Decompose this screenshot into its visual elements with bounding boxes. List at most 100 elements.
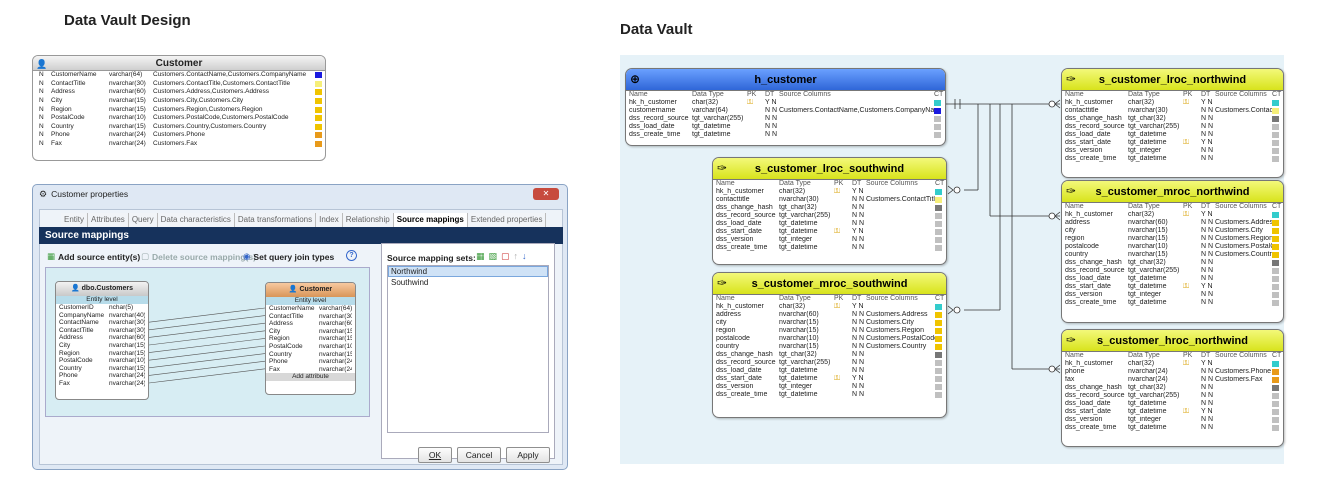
entity-column-row[interactable]: phone nvarchar(24) N N Customers.Phone [1062,368,1283,376]
entity-column-row[interactable]: dss_record_source tgt_varchar(255) N N [1062,392,1283,400]
entity-column-row[interactable]: contacttitle nvarchar(30) N N Customers.Con… [713,196,946,204]
entity-column-row[interactable]: customername varchar(64) N N Customers.Cont… [626,107,945,115]
entity-column-row[interactable]: dss_version tgt_integer N N [1062,416,1283,424]
column-name: dss_version [1065,147,1103,154]
entity-column-row[interactable]: dss_start_date tgt_datetime ⚿ Y N [713,375,946,383]
entity-column-row[interactable]: dss_change_hash tgt_char(32) N N [713,351,946,359]
column-type: nvarchar(15) [1128,227,1168,234]
entity-column-row[interactable]: city nvarchar(15) N N Customers.City [713,319,946,327]
entity-column-row[interactable]: dss_load_date tgt_datetime N N [626,123,945,131]
column-name: customername [629,107,676,114]
column-type-marker [935,336,942,342]
column-name: region [1065,235,1085,242]
entity-column-row[interactable]: address nvarchar(60) N N Customers.Address [1062,219,1283,227]
entity-column-row[interactable]: dss_load_date tgt_datetime N N [713,220,946,228]
entity-column-row[interactable]: hk_h_customer char(32) ⚿ Y N [1062,99,1283,107]
entity-column-row[interactable]: hk_h_customer char(32) ⚿ Y N [626,99,945,107]
entity-column-row[interactable]: dss_version tgt_integer N N [713,236,946,244]
entity-column-row[interactable]: city nvarchar(15) N N Customers.City [1062,227,1283,235]
column-type: nvarchar(15) [779,319,819,326]
entity-column-row[interactable]: dss_start_date tgt_datetime ⚿ Y N [1062,139,1283,147]
satellite-icon: ✑ [1066,72,1077,86]
entity-s-customer-mroc-northwind[interactable]: ✑ s_customer_mroc_northwind Name Data Type P… [1061,180,1284,323]
entity-column-row[interactable]: region nvarchar(15) N N Customers.Region [713,327,946,335]
entity-column-row[interactable]: hk_h_customer char(32) ⚿ Y N [713,188,946,196]
entity-column-row[interactable]: dss_record_source tgt_varchar(255) N N [626,115,945,123]
column-header: Data Type [692,91,724,98]
column-type-marker [1272,276,1279,282]
entity-column-row[interactable]: dss_version tgt_integer N N [1062,291,1283,299]
key-icon: ⚿ [834,303,841,310]
entity-column-row[interactable]: dss_change_hash tgt_char(32) N N [713,204,946,212]
entity-column-row[interactable]: dss_version tgt_integer N N [713,383,946,391]
pk-dt-flags: N N [1201,107,1214,114]
entity-column-row[interactable]: dss_create_time tgt_datetime N N [1062,424,1283,432]
entity-column-row[interactable]: postalcode nvarchar(10) N N Customers.Posta… [713,335,946,343]
entity-column-row[interactable]: dss_create_time tgt_datetime N N [713,244,946,252]
entity-s-customer-mroc-southwind[interactable]: ✑ s_customer_mroc_southwind Name Data Type P… [712,272,947,418]
entity-column-row[interactable]: dss_start_date tgt_datetime ⚿ Y N [713,228,946,236]
source-columns: Customers.ContactName,Customers.CompanyN… [779,107,934,114]
entity-header: ⊕ h_customer [626,69,945,91]
column-header-row: Name Data Type PK DT Source Columns CT [713,295,946,303]
entity-column-row[interactable]: dss_create_time tgt_datetime N N [1062,155,1283,163]
column-type-marker [934,116,941,122]
column-name: hk_h_customer [716,303,764,310]
entity-column-row[interactable]: fax nvarchar(24) N N Customers.Fax [1062,376,1283,384]
entity-column-row[interactable]: address nvarchar(60) N N Customers.Address [713,311,946,319]
entity-column-row[interactable]: dss_change_hash tgt_char(32) N N [1062,259,1283,267]
entity-column-row[interactable]: country nvarchar(15) N N Customers.Country [713,343,946,351]
source-columns: Customers.City [866,319,914,326]
entity-column-row[interactable]: dss_create_time tgt_datetime N N [626,131,945,139]
entity-column-row[interactable]: dss_change_hash tgt_char(32) N N [1062,384,1283,392]
column-header: Source Columns [1215,91,1267,98]
entity-column-row[interactable]: dss_start_date tgt_datetime ⚿ Y N [1062,283,1283,291]
column-name: dss_create_time [716,244,768,251]
entity-s-customer-lroc-southwind[interactable]: ✑ s_customer_lroc_southwind Name Data Type P… [712,157,947,265]
column-name: dss_start_date [1065,408,1111,415]
entity-column-row[interactable]: region nvarchar(15) N N Customers.Region [1062,235,1283,243]
column-type-marker [935,320,942,326]
column-name: dss_start_date [716,228,762,235]
entity-column-row[interactable]: dss_record_source tgt_varchar(255) N N [713,359,946,367]
column-type-marker [935,189,942,195]
entity-column-row[interactable]: dss_record_source tgt_varchar(255) N N [1062,267,1283,275]
entity-column-row[interactable]: country nvarchar(15) N N Customers.Country [1062,251,1283,259]
entity-h-customer[interactable]: ⊕ h_customer Name Data Type PK DT Source Colum… [625,68,946,146]
key-icon: ⚿ [1183,139,1190,146]
column-header: Name [1065,352,1084,359]
entity-column-row[interactable]: dss_load_date tgt_datetime N N [1062,131,1283,139]
entity-column-row[interactable]: dss_load_date tgt_datetime N N [713,367,946,375]
entity-column-row[interactable]: dss_change_hash tgt_char(32) N N [1062,115,1283,123]
entity-column-row[interactable]: contacttitle nvarchar(30) N N Customers.Con… [1062,107,1283,115]
column-type: tgt_varchar(255) [692,115,744,122]
entity-column-row[interactable]: hk_h_customer char(32) ⚿ Y N [1062,360,1283,368]
column-type: tgt_integer [779,236,813,243]
entity-column-row[interactable]: dss_start_date tgt_datetime ⚿ Y N [1062,408,1283,416]
entity-column-row[interactable]: dss_load_date tgt_datetime N N [1062,400,1283,408]
pk-dt-flags: N N [852,319,865,326]
entity-column-row[interactable]: dss_load_date tgt_datetime N N [1062,275,1283,283]
entity-s-customer-hroc-northwind[interactable]: ✑ s_customer_hroc_northwind Name Data Type P… [1061,329,1284,447]
source-columns: Customers.PostalCode [1215,243,1272,250]
pk-dt-flags: N N [765,107,778,114]
key-icon: ⚿ [1183,360,1190,367]
entity-column-row[interactable]: dss_record_source tgt_varchar(255) N N [713,212,946,220]
entity-column-row[interactable]: hk_h_customer char(32) ⚿ Y N [1062,211,1283,219]
entity-column-row[interactable]: dss_record_source tgt_varchar(255) N N [1062,123,1283,131]
entity-column-row[interactable]: dss_version tgt_integer N N [1062,147,1283,155]
entity-column-row[interactable]: dss_create_time tgt_datetime N N [1062,299,1283,307]
entity-column-row[interactable]: dss_create_time tgt_datetime N N [713,391,946,399]
column-type: tgt_datetime [1128,275,1167,282]
entity-column-row[interactable]: postalcode nvarchar(10) N N Customers.Posta… [1062,243,1283,251]
entity-column-row[interactable]: hk_h_customer char(32) ⚿ Y N [713,303,946,311]
column-type: tgt_datetime [779,375,818,382]
column-header: DT [852,180,862,187]
column-header: PK [834,295,844,302]
column-type: tgt_datetime [1128,155,1167,162]
pk-dt-flags: N N [1201,243,1214,250]
entity-s-customer-lroc-northwind[interactable]: ✑ s_customer_lroc_northwind Name Data Type P… [1061,68,1284,178]
column-type-marker [1272,393,1279,399]
column-name: dss_version [1065,291,1103,298]
column-type-marker [935,368,942,374]
